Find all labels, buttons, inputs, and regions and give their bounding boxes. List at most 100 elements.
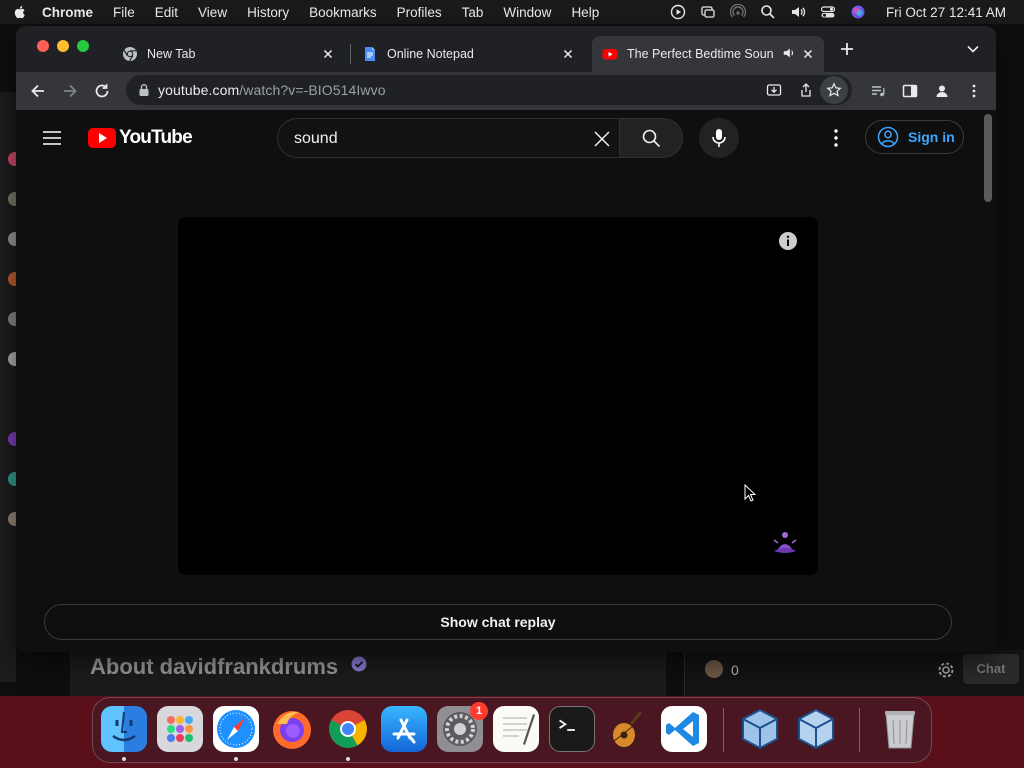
finder-face-icon xyxy=(112,711,136,742)
close-window-button[interactable] xyxy=(37,40,49,52)
chrome-menu-kebab-icon[interactable] xyxy=(966,83,982,99)
tab-online-notepad[interactable]: Online Notepad xyxy=(352,36,584,72)
youtube-logo[interactable]: YouTube xyxy=(88,126,193,150)
garageband-guitar-icon xyxy=(612,711,643,747)
volume-icon[interactable] xyxy=(790,4,806,20)
tab-search-chevron-icon[interactable] xyxy=(966,42,980,56)
spotlight-search-icon[interactable] xyxy=(760,4,776,20)
dock-terminal[interactable] xyxy=(549,706,595,752)
verified-badge-icon xyxy=(351,656,367,672)
dock-app-store[interactable] xyxy=(381,706,427,752)
share-icon[interactable] xyxy=(798,82,814,98)
tab-audio-playing-icon[interactable] xyxy=(782,46,796,60)
menu-history[interactable]: History xyxy=(247,5,289,20)
menu-tab[interactable]: Tab xyxy=(462,5,484,20)
background-sidebar-strip xyxy=(0,92,22,682)
address-bar[interactable]: youtube.com/watch?v=-BIO514Iwvo xyxy=(126,75,852,105)
minimize-window-button[interactable] xyxy=(57,40,69,52)
dock-separator xyxy=(859,708,860,752)
siri-icon[interactable] xyxy=(850,4,866,20)
menu-window[interactable]: Window xyxy=(503,5,551,20)
dock-google-chrome[interactable] xyxy=(325,706,371,752)
launchpad-grid-icon xyxy=(167,716,193,742)
profile-avatar-icon[interactable] xyxy=(934,83,950,99)
sign-in-button[interactable]: Sign in xyxy=(865,120,964,154)
more-options-kebab-icon[interactable] xyxy=(833,128,839,148)
menu-file[interactable]: File xyxy=(113,5,135,20)
tab-youtube-active[interactable]: The Perfect Bedtime Soun xyxy=(592,36,824,72)
close-tab-icon[interactable] xyxy=(800,46,816,62)
running-indicator xyxy=(122,757,126,761)
search-query-text: sound xyxy=(294,130,338,147)
dock-virtualbox-vm[interactable] xyxy=(793,706,839,752)
hamburger-menu-icon[interactable] xyxy=(42,130,62,146)
voice-search-button[interactable] xyxy=(699,118,739,158)
close-tab-icon[interactable] xyxy=(320,46,336,62)
url-text[interactable]: youtube.com/watch?v=-BIO514Iwvo xyxy=(158,82,386,98)
menu-edit[interactable]: Edit xyxy=(155,5,178,20)
dock-visual-studio-code[interactable] xyxy=(661,706,707,752)
terminal-prompt-icon xyxy=(559,719,575,731)
menu-bookmarks[interactable]: Bookmarks xyxy=(309,5,377,20)
page-scrollbar-thumb[interactable] xyxy=(984,114,992,202)
close-tab-icon[interactable] xyxy=(560,46,576,62)
dock-firefox[interactable] xyxy=(269,706,315,752)
zoom-window-button[interactable] xyxy=(77,40,89,52)
mouse-cursor-icon xyxy=(744,484,756,502)
youtube-icon xyxy=(602,49,618,60)
search-input[interactable]: sound xyxy=(277,118,619,158)
menu-bar-status-area: Fri Oct 27 12:41 AM xyxy=(670,0,1006,24)
firefox-icon xyxy=(273,711,311,749)
airdrop-icon[interactable] xyxy=(729,4,746,20)
dock-finder[interactable] xyxy=(101,706,147,752)
install-app-icon[interactable] xyxy=(766,82,782,98)
virtualbox-vm-cube-icon xyxy=(798,708,834,750)
menu-view[interactable]: View xyxy=(198,5,227,20)
notepad-doc-icon xyxy=(365,47,375,61)
browser-toolbar: youtube.com/watch?v=-BIO514Iwvo xyxy=(16,72,996,110)
menu-help[interactable]: Help xyxy=(571,5,599,20)
side-panel-icon[interactable] xyxy=(902,83,918,99)
tab-new-tab[interactable]: New Tab xyxy=(112,36,344,72)
url-host: youtube.com xyxy=(158,82,240,98)
new-tab-plus-icon[interactable] xyxy=(838,40,856,58)
dock-trash[interactable] xyxy=(877,706,923,752)
dock-textedit[interactable] xyxy=(493,706,539,752)
macos-menu-bar: Chrome File Edit View History Bookmarks … xyxy=(0,0,1024,24)
url-path: /watch?v=-BIO514Iwvo xyxy=(239,82,386,98)
gear-icon[interactable] xyxy=(937,661,955,679)
back-arrow-icon[interactable] xyxy=(29,82,47,100)
screen-mirroring-icon[interactable] xyxy=(700,4,716,20)
video-player[interactable] xyxy=(178,217,818,575)
notification-badge: 1 xyxy=(470,702,488,720)
bookmark-star-icon[interactable] xyxy=(826,82,842,98)
dock-garageband[interactable] xyxy=(605,706,651,752)
tab-title: The Perfect Bedtime Soun xyxy=(627,47,774,61)
dock-launchpad[interactable] xyxy=(157,706,203,752)
youtube-logo-text: YouTube xyxy=(119,127,193,148)
apple-logo-icon[interactable] xyxy=(12,4,28,20)
menu-app-name[interactable]: Chrome xyxy=(42,5,93,20)
reload-icon[interactable] xyxy=(93,82,111,100)
microphone-icon xyxy=(712,129,726,147)
menu-profiles[interactable]: Profiles xyxy=(397,5,442,20)
control-center-icon[interactable] xyxy=(820,4,836,20)
search-button[interactable] xyxy=(619,118,683,158)
play-circle-icon[interactable] xyxy=(670,4,686,20)
clear-search-x-icon[interactable] xyxy=(592,129,612,149)
background-right-panel xyxy=(996,110,1024,650)
dock-separator xyxy=(723,708,724,752)
media-queue-icon[interactable] xyxy=(870,83,886,99)
dock-safari[interactable] xyxy=(213,706,259,752)
background-chat-bar: 0 Chat xyxy=(684,650,1024,696)
show-chat-replay-button[interactable]: Show chat replay xyxy=(44,604,952,640)
channel-watermark-meditation-icon[interactable] xyxy=(768,527,802,561)
chrome-window: New Tab Online Notepad The Perfect Bedti… xyxy=(16,26,996,652)
menu-bar-clock[interactable]: Fri Oct 27 12:41 AM xyxy=(886,5,1006,20)
forward-arrow-icon[interactable] xyxy=(61,82,79,100)
lock-icon[interactable] xyxy=(138,83,150,97)
dock-virtualbox[interactable] xyxy=(737,706,783,752)
info-icon[interactable] xyxy=(778,231,798,251)
chat-button[interactable]: Chat xyxy=(963,654,1019,684)
chrome-icon xyxy=(123,47,137,62)
